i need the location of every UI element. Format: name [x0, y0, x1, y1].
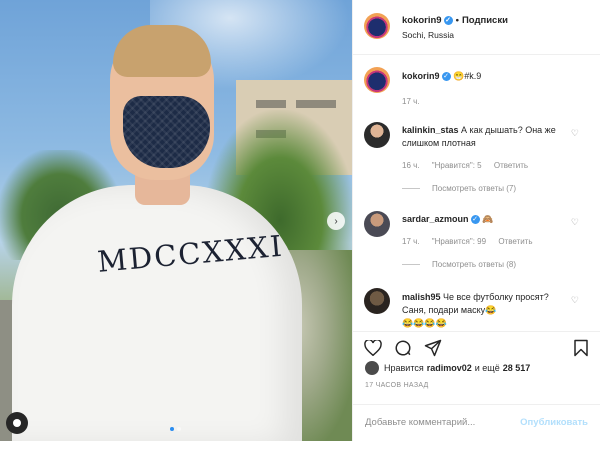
comment-input[interactable]: Добавьте комментарий... [365, 417, 475, 428]
caption-text: 😁#k.9 [453, 71, 482, 81]
heart-icon[interactable]: ♡ [571, 128, 579, 139]
view-replies[interactable]: Посмотреть ответы (8) [402, 260, 516, 269]
avatar[interactable] [364, 67, 390, 93]
username-link[interactable]: kokorin9 [402, 15, 442, 26]
likes-count[interactable]: 28 517 [503, 363, 531, 373]
avatar[interactable] [364, 13, 390, 39]
person-shirt [12, 185, 302, 441]
post-photo[interactable]: MDCCXXXI › [0, 0, 352, 441]
post-time: 17 ЧАСОВ НАЗАД [365, 382, 429, 389]
comments-list[interactable]: kokorin9 ✓ 😁#k.9 17 ч. kalinkin_stas А ка… [353, 56, 600, 331]
add-comment-bar: Добавьте комментарий... Опубликовать [353, 404, 600, 441]
comment-username[interactable]: sardar_azmoun [402, 214, 469, 224]
verified-icon: ✓ [441, 72, 451, 82]
following-button[interactable]: Подписки [462, 15, 508, 26]
comment-emoji: 😂😂😂😂 [402, 318, 447, 328]
post-sidebar: kokorin9 ✓ • Подписки Sochi, Russia kokorin… [352, 0, 600, 441]
action-bar [353, 331, 600, 361]
comment-time: 16 ч. [402, 161, 420, 170]
reply-button[interactable]: Ответить [498, 237, 532, 246]
avatar[interactable] [364, 288, 390, 314]
comment-time: 17 ч. [402, 237, 420, 246]
comment-username[interactable]: kalinkin_stas [402, 125, 459, 135]
verified-icon: ✓ [470, 215, 480, 225]
verified-icon: ✓ [443, 15, 453, 25]
comment-username[interactable]: malish95 [402, 292, 441, 302]
liker-username[interactable]: radimov02 [427, 363, 472, 373]
face-mask [123, 96, 210, 168]
comment-icon[interactable] [393, 338, 413, 358]
share-icon[interactable] [423, 338, 443, 358]
avatar [365, 361, 379, 375]
view-replies[interactable]: Посмотреть ответы (7) [402, 184, 516, 193]
likes-summary: Нравится radimov02 и ещё 28 517 [365, 361, 533, 375]
bottom-edge [0, 441, 600, 449]
heart-icon[interactable]: ♡ [571, 217, 579, 228]
carousel-dots [170, 427, 181, 431]
caption-username[interactable]: kokorin9 [402, 71, 440, 81]
user-tag-icon[interactable] [6, 412, 28, 434]
caption-time: 17 ч. [402, 97, 420, 106]
heart-icon[interactable]: ♡ [571, 295, 579, 306]
avatar[interactable] [364, 211, 390, 237]
comment-likes[interactable]: "Нравится": 5 [432, 161, 482, 170]
next-arrow-icon[interactable]: › [327, 212, 345, 230]
bookmark-icon[interactable] [571, 338, 591, 358]
person-hair [113, 25, 211, 77]
heart-icon[interactable] [363, 338, 383, 358]
reply-button[interactable]: Ответить [494, 161, 528, 170]
avatar[interactable] [364, 122, 390, 148]
location-link[interactable]: Sochi, Russia [402, 30, 454, 40]
post-header: kokorin9 ✓ • Подписки Sochi, Russia [353, 0, 600, 55]
publish-button[interactable]: Опубликовать [520, 417, 588, 428]
comment-likes[interactable]: "Нравится": 99 [432, 237, 486, 246]
comment-text: 🙈 [482, 214, 494, 224]
